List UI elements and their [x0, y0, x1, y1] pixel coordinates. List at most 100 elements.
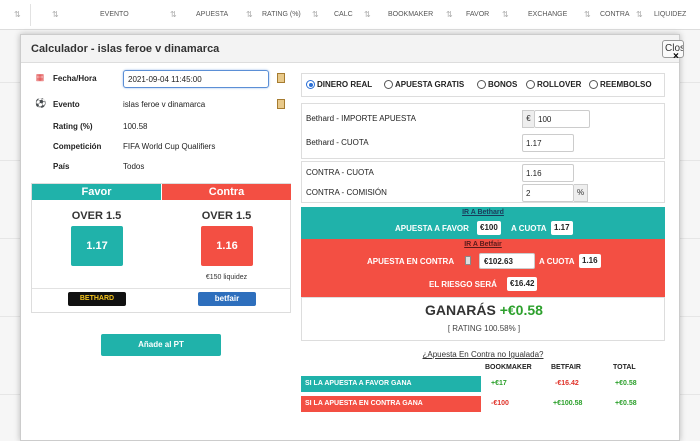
- ganaras-line: GANARÁS +€0.58: [302, 302, 666, 318]
- column-contra[interactable]: CONTRA: [600, 11, 630, 18]
- contra-cuota-input[interactable]: [522, 164, 574, 182]
- competicion-value: FIFA World Cup Qualifiers: [123, 142, 216, 151]
- comision-label: CONTRA - COMISIÓN: [306, 188, 387, 197]
- contra-odd[interactable]: 1.16: [201, 226, 253, 266]
- go-to-betfair-link[interactable]: IR A Betfair: [301, 241, 665, 248]
- radio-icon[interactable]: [384, 80, 393, 89]
- info-row-competicion: Competición FIFA World Cup Qualifiers: [31, 137, 291, 157]
- add-to-pt-button[interactable]: Añade al PT: [101, 334, 221, 356]
- profit-summary: GANARÁS +€0.58 [ RATING 100.58% ]: [301, 297, 665, 341]
- bookmaker-form: Bethard - IMPORTE APUESTA € Bethard - CU…: [301, 103, 665, 159]
- background-table-header: ⇅ ⇅ EVENTO ⇅ APUESTA ⇅ RATING (%) ⇅ CALC…: [0, 0, 700, 30]
- evento-value: islas feroe v dinamarca: [123, 100, 206, 109]
- column-apuesta[interactable]: APUESTA: [196, 11, 228, 18]
- riesgo-value: €16.42: [507, 277, 538, 291]
- info-row-rating: Rating (%) 100.58: [31, 117, 291, 137]
- betfair-logo[interactable]: betfair: [198, 292, 256, 306]
- riesgo-label: EL RIESGO SERÁ: [429, 280, 497, 289]
- sort-arrows-icon[interactable]: ⇅: [246, 10, 253, 19]
- bethard-logo[interactable]: BETHARD: [68, 292, 126, 306]
- go-to-bethard-link[interactable]: IR A Bethard: [301, 209, 665, 216]
- modal-title: Calculador - islas feroe v dinamarca: [31, 43, 220, 55]
- fecha-input[interactable]: [123, 70, 269, 88]
- apuesta-favor-value: €100: [477, 221, 501, 235]
- radio-icon[interactable]: [526, 80, 535, 89]
- sort-arrows-icon[interactable]: ⇅: [170, 10, 177, 19]
- info-row-fecha: ▦ Fecha/Hora: [31, 69, 291, 89]
- column-bookmaker[interactable]: BOOKMAKER: [388, 11, 433, 18]
- info-row-pais: País Todos: [31, 157, 291, 177]
- sort-arrows-icon[interactable]: ⇅: [364, 10, 371, 19]
- uneven-lay-link[interactable]: ¿Apuesta En Contra no Igualada?: [301, 350, 665, 359]
- rating-label: Rating (%): [53, 122, 93, 131]
- mode-reembolso[interactable]: REEMBOLSO: [589, 80, 652, 89]
- comision-row: CONTRA - COMISIÓN %: [302, 182, 666, 202]
- sort-arrows-icon[interactable]: ⇅: [14, 10, 21, 19]
- rating-summary: [ RATING 100.58% ]: [447, 324, 521, 333]
- divider: [32, 288, 290, 289]
- cell-betfair: +€100.58: [553, 400, 583, 407]
- euro-prefix: €: [522, 110, 534, 128]
- table-row: SI LA APUESTA A FAVOR GANA +€17 -€16.42 …: [301, 376, 665, 392]
- sort-arrows-icon[interactable]: ⇅: [636, 10, 643, 19]
- col-bookmaker: BOOKMAKER: [485, 364, 532, 371]
- sort-arrows-icon[interactable]: ⇅: [502, 10, 509, 19]
- favor-bet-block: IR A Bethard APUESTA A FAVOR €100 A CUOT…: [301, 207, 665, 239]
- cell-bookmaker: -€100: [491, 400, 509, 407]
- favor-cuota-label: A CUOTA: [511, 224, 547, 233]
- column-exchange[interactable]: EXCHANGE: [528, 11, 567, 18]
- radio-icon[interactable]: [589, 80, 598, 89]
- liquidez-text: €150 liquidez: [205, 274, 248, 281]
- contra-cuota-label-block: A CUOTA: [539, 257, 575, 266]
- modal-title-bar: Calculador - islas feroe v dinamarca Clo…: [21, 35, 684, 63]
- column-calc[interactable]: CALC: [334, 11, 353, 18]
- pais-value: Todos: [123, 162, 145, 171]
- favor-market: OVER 1.5: [71, 210, 122, 222]
- evento-label: Evento: [53, 100, 80, 109]
- importe-input[interactable]: [534, 110, 590, 128]
- calendar-icon: ▦: [35, 72, 45, 82]
- favor-contra-panel: Favor Contra OVER 1.5 OVER 1.5 1.17 1.16…: [31, 183, 291, 313]
- apuesta-favor-label: APUESTA A FAVOR: [395, 224, 469, 233]
- mode-dinero-real[interactable]: DINERO REAL: [306, 80, 372, 89]
- calculator-modal: Calculador - islas feroe v dinamarca Clo…: [20, 34, 684, 441]
- comision-input[interactable]: [522, 184, 574, 202]
- column-divider: [30, 4, 31, 26]
- importe-row: Bethard - IMPORTE APUESTA €: [302, 108, 666, 128]
- column-favor[interactable]: FAVOR: [466, 11, 489, 18]
- apuesta-contra-input[interactable]: [479, 253, 535, 269]
- cuota-input[interactable]: [522, 134, 574, 152]
- column-evento[interactable]: EVENTO: [100, 11, 129, 18]
- column-liquidez[interactable]: LIQUIDEZ: [654, 11, 686, 18]
- sort-arrows-icon[interactable]: ⇅: [446, 10, 453, 19]
- copy-icon[interactable]: [277, 73, 285, 83]
- table-row: SI LA APUESTA EN CONTRA GANA -€100 +€100…: [301, 396, 665, 412]
- favor-odd[interactable]: 1.17: [71, 226, 123, 266]
- close-icon[interactable]: ×: [673, 51, 679, 62]
- soccer-ball-icon: ⚽: [35, 98, 47, 108]
- sort-arrows-icon[interactable]: ⇅: [52, 10, 59, 19]
- row-label-favor-wins: SI LA APUESTA A FAVOR GANA: [301, 376, 481, 392]
- mode-rollover[interactable]: ROLLOVER: [526, 80, 581, 89]
- col-total: TOTAL: [613, 364, 636, 371]
- ganaras-label: GANARÁS: [425, 302, 496, 318]
- sort-arrows-icon[interactable]: ⇅: [584, 10, 591, 19]
- mode-bonos[interactable]: BONOS: [477, 80, 517, 89]
- apuesta-contra-label: APUESTA EN CONTRA: [367, 257, 455, 266]
- radio-icon[interactable]: [477, 80, 486, 89]
- pais-label: País: [53, 162, 70, 171]
- info-row-evento: ⚽ Evento islas feroe v dinamarca: [31, 95, 291, 115]
- column-rating[interactable]: RATING (%): [262, 11, 301, 18]
- cuota-label: Bethard - CUOTA: [306, 138, 369, 147]
- fecha-label: Fecha/Hora: [53, 74, 97, 83]
- cell-total: +€0.58: [615, 400, 637, 407]
- favor-cuota-value: 1.17: [551, 221, 573, 235]
- radio-icon[interactable]: [306, 80, 315, 89]
- copy-icon[interactable]: [465, 256, 471, 265]
- mode-apuesta-gratis[interactable]: APUESTA GRATIS: [384, 80, 464, 89]
- cell-total: +€0.58: [615, 380, 637, 387]
- mode-selector: DINERO REAL APUESTA GRATIS BONOS ROLLOVE…: [301, 73, 665, 97]
- rating-value: 100.58: [123, 122, 148, 131]
- sort-arrows-icon[interactable]: ⇅: [312, 10, 319, 19]
- copy-icon[interactable]: [277, 99, 285, 109]
